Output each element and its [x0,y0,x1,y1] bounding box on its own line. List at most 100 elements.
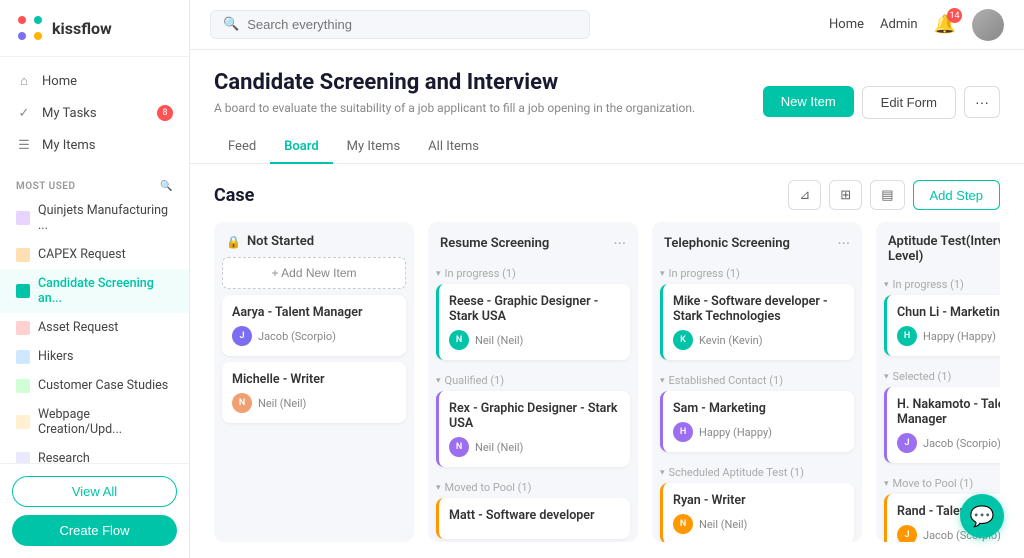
most-used-list: Quinjets Manufacturing ... CAPEX Request… [0,196,189,463]
card-reese-user: N Neil (Neil) [449,330,620,350]
card-ryan[interactable]: Ryan - Writer N Neil (Neil) [660,483,854,542]
card-nakamoto[interactable]: H. Nakamoto - Talent Manager J Jacob (Sc… [884,387,1000,463]
card-rand-avatar: J [897,525,917,542]
page-header-text: Candidate Screening and Interview A boar… [214,70,695,117]
tabs: Feed Board My Items All Items [190,119,1024,164]
view-toggle-button[interactable]: ⊞ [829,180,862,210]
telephonic-inprogress-label: ▾ In progress (1) [660,261,854,284]
add-step-button[interactable]: Add Step [913,180,1001,210]
sidebar-item-home[interactable]: ⌂ Home [0,65,189,97]
col-aptitude-header: Aptitude Test(Interview Level) ··· [876,222,1000,272]
sidebar-item-hikers[interactable]: Hikers [0,342,189,371]
card-ryan-avatar: N [673,514,693,534]
card-rex-avatar: N [449,437,469,457]
board-area: Case ⊿ ⊞ ▤ Add Step 🔒 Not Started [190,164,1024,558]
card-chunli-avatar: H [897,326,917,346]
sidebar-section-label: MOST USED 🔍 [0,169,189,196]
edit-form-button[interactable]: Edit Form [862,86,956,119]
card-sam-user: H Happy (Happy) [673,422,844,442]
sidebar-item-capex[interactable]: CAPEX Request [0,240,189,269]
filter-button[interactable]: ⊿ [788,180,821,210]
card-michelle-name: Michelle - Writer [232,372,396,387]
new-item-button[interactable]: New Item [763,86,854,117]
lock-icon: 🔒 [226,235,241,249]
sidebar-item-asset[interactable]: Asset Request [0,313,189,342]
card-ryan-user-name: Neil (Neil) [699,518,747,531]
notification-button[interactable]: 🔔 14 [934,14,956,35]
col-resume-header: Resume Screening ··· [428,222,638,261]
card-michelle[interactable]: Michelle - Writer N Neil (Neil) [222,362,406,423]
sidebar-item-customer[interactable]: Customer Case Studies [0,371,189,400]
sidebar-item-quinjets[interactable]: Quinjets Manufacturing ... [0,196,189,240]
col-resume-menu[interactable]: ··· [613,234,626,253]
sidebar-item-candidate-label: Candidate Screening an... [38,276,173,306]
sidebar-nav-items-label: My Items [42,138,96,153]
card-aarya-avatar: J [232,326,252,346]
notif-count-badge: 14 [947,8,962,23]
sidebar-nav-home-label: Home [42,74,77,89]
board-toolbar: Case ⊿ ⊞ ▤ Add Step [214,180,1000,210]
card-michelle-user: N Neil (Neil) [232,393,396,413]
sidebar-item-quinjets-label: Quinjets Manufacturing ... [38,203,173,233]
more-options-button[interactable]: ··· [964,86,1000,118]
card-sam-avatar: H [673,422,693,442]
card-nakamoto-name: H. Nakamoto - Talent Manager [897,397,1000,427]
sidebar-item-candidate[interactable]: Candidate Screening an... [0,269,189,313]
main-content: 🔍 Home Admin 🔔 14 Candidate Screening an… [190,0,1024,558]
card-aarya-user: J Jacob (Scorpio) [232,326,396,346]
sidebar-item-my-items[interactable]: ☰ My Items [0,129,189,161]
column-not-started: 🔒 Not Started + Add New Item Aarya - Tal… [214,222,414,542]
sidebar-item-my-tasks[interactable]: ✓ My Tasks 8 [0,97,189,129]
candidate-icon [16,284,30,298]
items-icon: ☰ [16,137,32,153]
sidebar-item-research[interactable]: Research [0,444,189,463]
column-telephonic-screening: Telephonic Screening ··· ▾ In progress (… [652,222,862,542]
sidebar-bottom: View All Create Flow [0,463,189,558]
card-mike-name: Mike - Software developer - Stark Techno… [673,294,844,324]
sidebar-item-asset-label: Asset Request [38,320,118,335]
add-new-item-button[interactable]: + Add New Item [222,257,406,289]
quinjets-icon [16,211,30,225]
page-header: Candidate Screening and Interview A boar… [190,50,1024,119]
sidebar-item-webpage[interactable]: Webpage Creation/Upd... [0,400,189,444]
tab-board[interactable]: Board [270,131,332,164]
card-reese-user-name: Neil (Neil) [475,334,523,347]
customer-icon [16,379,30,393]
topnav-home-link[interactable]: Home [829,17,864,32]
card-matt[interactable]: Matt - Software developer [436,498,630,539]
col-not-started-title: Not Started [247,234,402,249]
card-mike-user-name: Kevin (Kevin) [699,334,763,347]
card-nakamoto-user: J Jacob (Scorpio) [897,433,1000,453]
resume-movedpool-section: ▾ Moved to Pool (1) Matt - Software deve… [436,475,630,539]
topnav-right: Home Admin 🔔 14 [829,9,1004,41]
resume-inprogress-label: ▾ In progress (1) [436,261,630,284]
aptitude-selected-label: ▾ Selected (1) [884,364,1000,387]
view-all-button[interactable]: View All [12,476,177,507]
telephonic-established-section: ▾ Established Contact (1) Sam - Marketin… [660,368,854,452]
resume-movedpool-label: ▾ Moved to Pool (1) [436,475,630,498]
board-section-title: Case [214,185,254,206]
card-sam[interactable]: Sam - Marketing H Happy (Happy) [660,391,854,452]
search-input[interactable] [247,17,577,32]
search-bar[interactable]: 🔍 [210,10,590,39]
chat-fab-button[interactable]: 💬 [960,494,1004,538]
card-aarya[interactable]: Aarya - Talent Manager J Jacob (Scorpio) [222,295,406,356]
card-chunli[interactable]: Chun Li - Marketing H Happy (Happy) [884,295,1000,356]
col-telephonic-menu[interactable]: ··· [837,234,850,253]
aptitude-selected-section: ▾ Selected (1) H. Nakamoto - Talent Mana… [884,364,1000,463]
card-reese[interactable]: Reese - Graphic Designer - Stark USA N N… [436,284,630,360]
tab-feed[interactable]: Feed [214,131,270,164]
card-rex[interactable]: Rex - Graphic Designer - Stark USA N Nei… [436,391,630,467]
avatar[interactable] [972,9,1004,41]
card-chunli-name: Chun Li - Marketing [897,305,1000,320]
card-mike[interactable]: Mike - Software developer - Stark Techno… [660,284,854,360]
col-telephonic-body: ▾ In progress (1) Mike - Software develo… [652,261,862,542]
table-view-button[interactable]: ▤ [870,180,904,210]
tasks-icon: ✓ [16,105,32,121]
topnav-admin-link[interactable]: Admin [880,17,918,32]
tab-my-items[interactable]: My Items [333,131,415,164]
tab-all-items[interactable]: All Items [414,131,493,164]
avatar-image [972,9,1004,41]
create-flow-button[interactable]: Create Flow [12,515,177,546]
search-icon[interactable]: 🔍 [160,181,173,192]
